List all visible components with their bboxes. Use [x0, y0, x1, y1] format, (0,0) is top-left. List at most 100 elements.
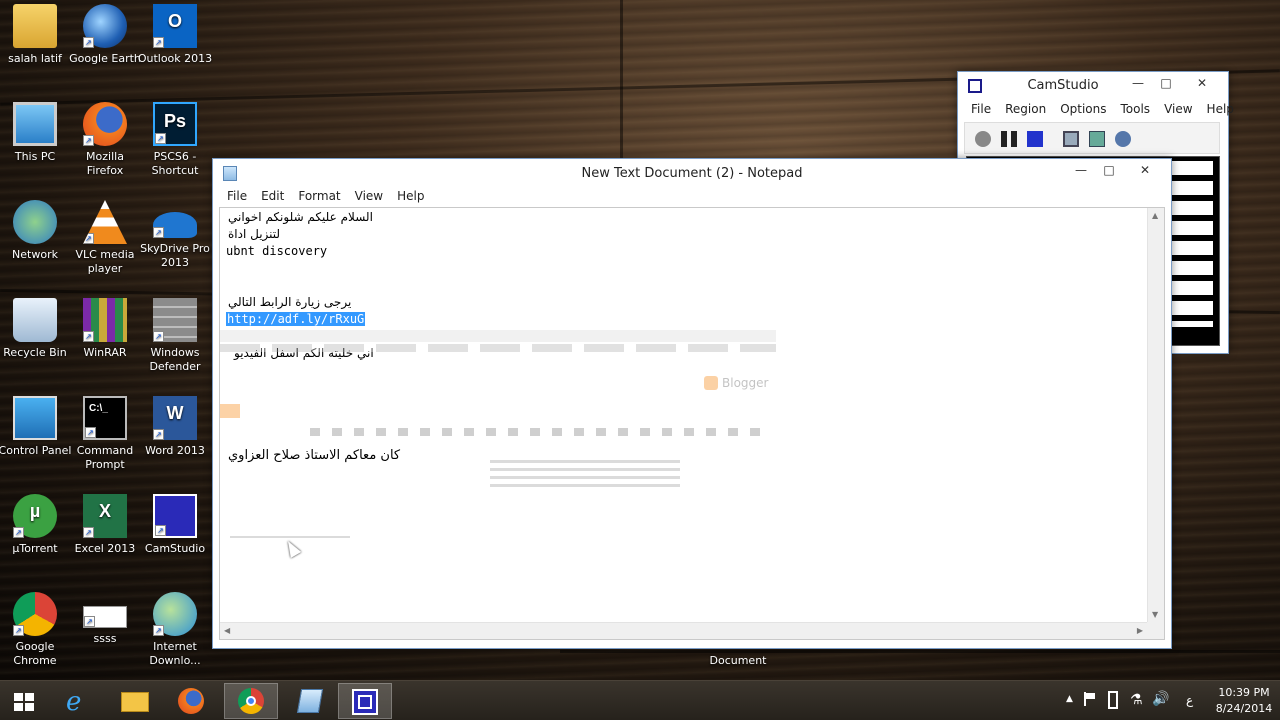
close-button[interactable]: ✕: [1123, 159, 1167, 181]
notepad-menubar: File Edit Format View Help: [213, 187, 1171, 207]
google-earth-icon: ↗: [83, 4, 127, 48]
shortcut-arrow-icon: ↗: [83, 37, 94, 48]
notepad-icon: [296, 689, 324, 713]
desktop-icon-label: Command Prompt: [76, 444, 134, 471]
notepad-menu-help[interactable]: Help: [390, 187, 431, 207]
notepad-menu-edit[interactable]: Edit: [254, 187, 291, 207]
word-icon: W ↗: [153, 396, 197, 440]
power-plan-icon[interactable]: ⚗: [1130, 692, 1143, 708]
desktop-icon-recycle-bin[interactable]: Recycle Bin: [0, 298, 73, 360]
chrome-icon: ↗: [13, 592, 57, 636]
desktop-icon-command-prompt[interactable]: C:\_ ↗ Command Prompt: [67, 396, 143, 472]
input-language[interactable]: ع: [1186, 693, 1193, 707]
notepad-titlebar[interactable]: New Text Document (2) - Notepad — □ ✕: [213, 159, 1171, 189]
selected-url[interactable]: http://adf.ly/rRxuG: [226, 312, 366, 326]
text-line: ubnt discovery: [226, 244, 328, 258]
minimize-button[interactable]: —: [1067, 159, 1095, 181]
desktop-icon-photoshop[interactable]: Ps ↗ PSCS6 - Shortcut: [137, 102, 213, 178]
desktop-icon-computer[interactable]: This PC: [0, 102, 73, 164]
ghost-browser-overlay: Blogger: [220, 330, 776, 545]
desktop-icon-label: Windows Defender: [149, 346, 201, 373]
notepad-menu-format[interactable]: Format: [291, 187, 347, 207]
notepad-menu-view[interactable]: View: [348, 187, 390, 207]
desktop-icon-ssss[interactable]: ↗ ssss: [67, 592, 143, 646]
notepad-menu-file[interactable]: File: [220, 187, 254, 207]
maximize-button[interactable]: □: [1095, 159, 1123, 181]
start-button[interactable]: [0, 683, 48, 719]
desktop-icon-folder-user[interactable]: salah latif: [0, 4, 73, 66]
text-line: يرجى زيارة الرابط التالي: [228, 295, 352, 309]
excel-icon: X ↗: [83, 494, 127, 538]
notepad-text-area[interactable]: السلام عليكم شلونكم اخواني لتنزيل اداة u…: [219, 207, 1165, 640]
battery-icon[interactable]: [1108, 691, 1118, 709]
command-prompt-icon: C:\_ ↗: [83, 396, 127, 440]
desktop-icon-label: PSCS6 - Shortcut: [151, 150, 199, 177]
shortcut-arrow-icon: ↗: [153, 625, 164, 636]
file-explorer-icon: [121, 692, 149, 712]
scroll-corner: [1147, 622, 1164, 639]
shortcut-arrow-icon: ↗: [155, 133, 166, 144]
taskbar-firefox[interactable]: [164, 683, 218, 719]
camstudio-menu-options[interactable]: Options: [1053, 100, 1113, 120]
taskbar-notepad[interactable]: [284, 683, 338, 719]
desktop-icon-label: WinRAR: [83, 346, 127, 359]
desktop-icon-label: Excel 2013: [74, 542, 136, 555]
camstudio-menu-view[interactable]: View: [1157, 100, 1199, 120]
desktop-icon-camstudio[interactable]: ↗ CamStudio: [137, 494, 213, 556]
desktop-icon-excel[interactable]: X ↗ Excel 2013: [67, 494, 143, 556]
stop-icon[interactable]: [1027, 131, 1043, 147]
desktop-icon-outlook[interactable]: O ↗ Outlook 2013: [137, 4, 213, 66]
desktop-icon-label: This PC: [14, 150, 56, 163]
annotation-icon[interactable]: [1089, 131, 1105, 147]
clock-time[interactable]: 10:39 PM: [1216, 686, 1272, 699]
desktop-icon-google-earth[interactable]: ↗ Google Earth: [67, 4, 143, 66]
vertical-scrollbar[interactable]: ▲ ▼: [1147, 208, 1164, 622]
desktop-icon-label: Outlook 2013: [137, 52, 213, 65]
desktop-icon-network[interactable]: Network: [0, 200, 73, 262]
flag-icon[interactable]: [1084, 692, 1096, 706]
notepad-title: New Text Document (2) - Notepad: [581, 166, 803, 181]
shortcut-arrow-icon: ↗: [83, 331, 94, 342]
desktop-icon-vlc[interactable]: ↗ VLC media player: [67, 200, 143, 276]
text-line: السلام عليكم شلونكم اخواني: [228, 210, 373, 224]
ghost-brand: Blogger: [722, 376, 769, 390]
desktop-icon-windows-defender[interactable]: ↗ Windows Defender: [137, 298, 213, 374]
recycle-bin-icon: [13, 298, 57, 342]
camstudio-menu-file[interactable]: File: [964, 100, 998, 120]
taskbar-ie[interactable]: e: [52, 683, 106, 719]
desktop-icon-utorrent[interactable]: µ ↗ µTorrent: [0, 494, 73, 556]
network-icon: [13, 200, 57, 244]
minimize-button[interactable]: —: [1124, 72, 1152, 94]
volume-icon[interactable]: 🔊: [1152, 691, 1169, 707]
desktop-icon-chrome[interactable]: ↗ Google Chrome: [0, 592, 73, 668]
show-hidden-icons[interactable]: ▲: [1066, 694, 1073, 704]
camstudio-toolbar: [964, 122, 1220, 154]
taskbar-chrome[interactable]: [224, 683, 278, 719]
clock-date[interactable]: 8/24/2014: [1210, 702, 1278, 715]
camstudio-menu-region[interactable]: Region: [998, 100, 1053, 120]
taskbar-explorer[interactable]: [108, 683, 162, 719]
swf-icon[interactable]: [1115, 131, 1131, 147]
internet-download-manager-icon: ↗: [153, 592, 197, 636]
desktop-icon-word[interactable]: W ↗ Word 2013: [137, 396, 213, 458]
windows-defender-icon: ↗: [153, 298, 197, 342]
desktop-icon-label: SkyDrive Pro 2013: [140, 242, 210, 269]
document-label[interactable]: Document: [700, 654, 776, 668]
camstudio-menu-help[interactable]: Help: [1200, 100, 1241, 120]
desktop-icon-skydrive[interactable]: ↗ SkyDrive Pro 2013: [137, 200, 213, 270]
record-icon[interactable]: [975, 131, 991, 147]
desktop-icon-winrar[interactable]: ↗ WinRAR: [67, 298, 143, 360]
close-button[interactable]: ✕: [1180, 72, 1224, 94]
desktop-icon-label: Google Earth: [69, 52, 141, 65]
camstudio-menu-tools[interactable]: Tools: [1114, 100, 1158, 120]
maximize-button[interactable]: □: [1152, 72, 1180, 94]
desktop-icon-internet-download-manager[interactable]: ↗ Internet Downlo...: [137, 592, 213, 668]
desktop-icon-control-panel[interactable]: Control Panel: [0, 396, 73, 458]
desktop-icon-firefox[interactable]: ↗ Mozilla Firefox: [67, 102, 143, 178]
camstudio-titlebar[interactable]: CamStudio — □ ✕: [958, 72, 1228, 100]
pause-icon[interactable]: [1001, 131, 1017, 147]
horizontal-scrollbar[interactable]: ◀ ▶: [220, 622, 1147, 639]
shortcut-arrow-icon: ↗: [13, 625, 24, 636]
taskbar-camstudio[interactable]: [338, 683, 392, 719]
region-icon[interactable]: [1063, 131, 1079, 147]
